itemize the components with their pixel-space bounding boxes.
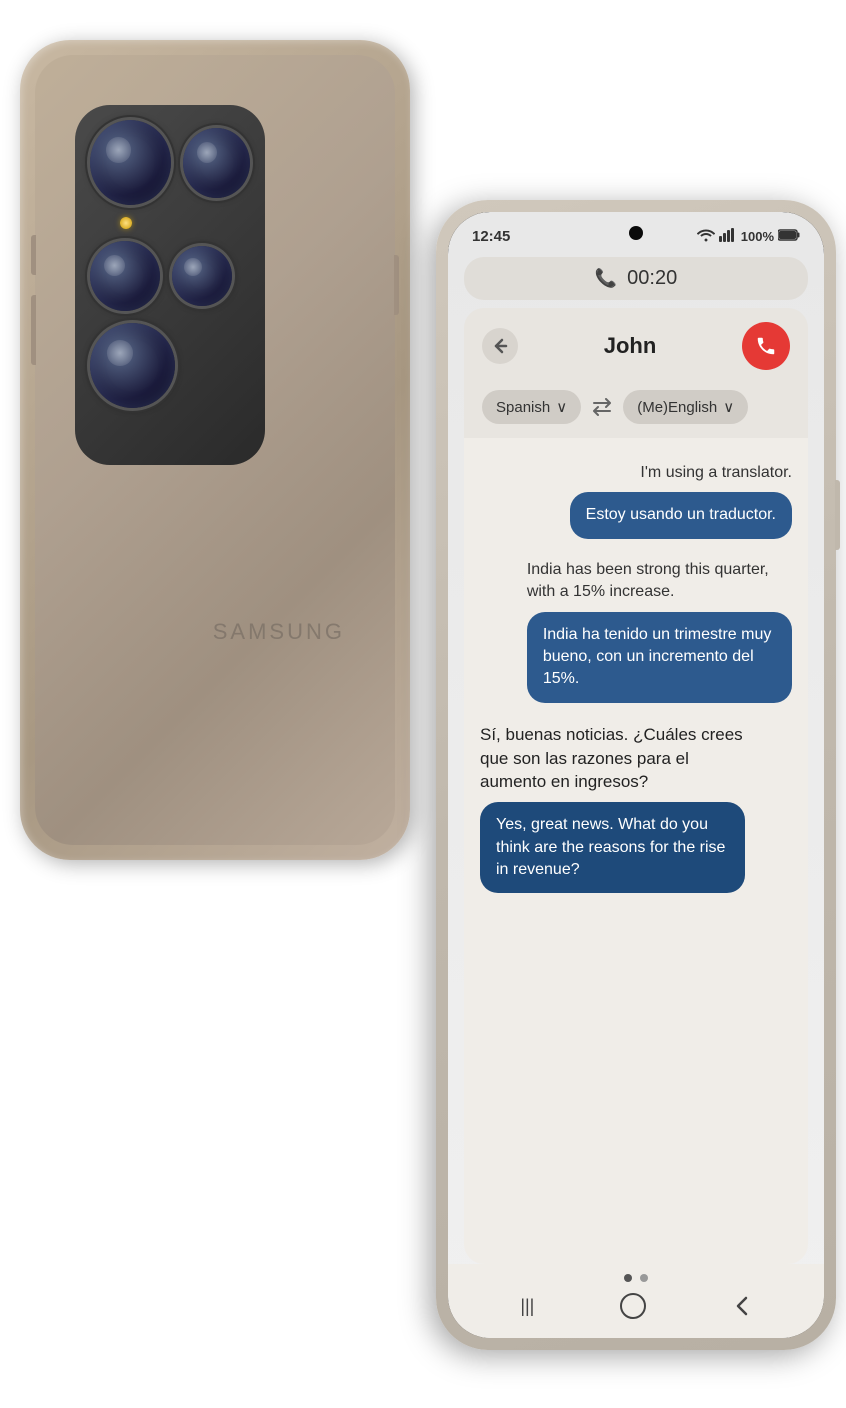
target-language-label: (Me)English	[637, 399, 717, 416]
status-time: 12:45	[472, 228, 510, 245]
page-dot-1	[624, 1274, 632, 1282]
periscope-camera-lens	[90, 323, 175, 408]
front-camera-lens	[629, 226, 643, 240]
message-2-original: India ha tenido un trimestre muy bueno, …	[527, 612, 792, 703]
call-duration: 00:20	[627, 267, 677, 290]
camera-row-2	[90, 241, 250, 311]
back-button[interactable]	[482, 328, 518, 364]
nav-bar: |||	[448, 1264, 824, 1338]
signal-icon	[719, 228, 737, 245]
message-3-original: Sí, buenas noticias. ¿Cuáles crees que s…	[480, 719, 745, 798]
navigation-buttons: |||	[448, 1292, 824, 1320]
battery-icon	[778, 229, 800, 244]
back-nav-button[interactable]	[732, 1295, 752, 1317]
wifi-icon	[697, 228, 715, 245]
call-icon: 📞	[595, 268, 617, 289]
volume-down-button	[31, 295, 36, 365]
flash-icon	[120, 217, 132, 229]
secondary-camera-lens	[183, 128, 250, 198]
volume-up-button	[31, 235, 36, 275]
battery-label: 100%	[741, 229, 774, 244]
message-1-original: Estoy usando un traductor.	[570, 492, 792, 538]
source-language-chevron: ∨	[556, 398, 567, 416]
source-language-label: Spanish	[496, 399, 550, 416]
message-2-translation: India has been strong this quarter, with…	[527, 555, 792, 608]
phone-screen: 12:45	[448, 212, 824, 1338]
front-power-button	[835, 480, 840, 550]
flash-area	[120, 217, 250, 229]
call-bar: 📞 00:20	[464, 257, 808, 300]
brand-label: SAMSUNG	[213, 619, 345, 645]
page-indicators	[624, 1274, 648, 1282]
message-group-3: Sí, buenas noticias. ¿Cuáles crees que s…	[480, 719, 792, 894]
translator-header: John	[464, 308, 808, 380]
phone-front: 12:45	[436, 200, 836, 1350]
status-icons: 100%	[697, 228, 800, 245]
camera-row-3	[90, 323, 250, 408]
camera-module	[75, 105, 265, 465]
main-camera-lens	[90, 120, 171, 205]
recent-apps-button[interactable]: |||	[520, 1296, 534, 1317]
telephoto-camera-lens	[90, 241, 160, 311]
chat-area: I'm using a translator. Estoy usando un …	[464, 438, 808, 1264]
phone-back: SAMSUNG	[20, 40, 410, 860]
phone-screen-frame: 12:45	[448, 212, 824, 1338]
language-selector: Spanish ∨ (Me)English ∨	[464, 380, 808, 438]
page-dot-2	[640, 1274, 648, 1282]
source-language-selector[interactable]: Spanish ∨	[482, 390, 581, 424]
camera-row-1	[90, 120, 250, 205]
swap-language-button[interactable]	[591, 398, 613, 416]
target-language-selector[interactable]: (Me)English ∨	[623, 390, 748, 424]
home-button[interactable]	[619, 1292, 647, 1320]
contact-name: John	[604, 333, 657, 359]
message-group-2: India has been strong this quarter, with…	[480, 555, 792, 703]
message-group-1: I'm using a translator. Estoy usando un …	[480, 458, 792, 539]
wide-camera-lens	[172, 246, 232, 306]
message-3-translation: Yes, great news. What do you think are t…	[480, 802, 745, 893]
power-button	[394, 255, 399, 315]
home-icon	[619, 1292, 647, 1320]
target-language-chevron: ∨	[723, 398, 734, 416]
end-call-button[interactable]	[742, 322, 790, 370]
phone-back-body: SAMSUNG	[35, 55, 395, 845]
recent-apps-icon: |||	[520, 1296, 534, 1317]
message-1-translation: I'm using a translator.	[640, 458, 792, 488]
back-nav-icon	[732, 1295, 752, 1317]
